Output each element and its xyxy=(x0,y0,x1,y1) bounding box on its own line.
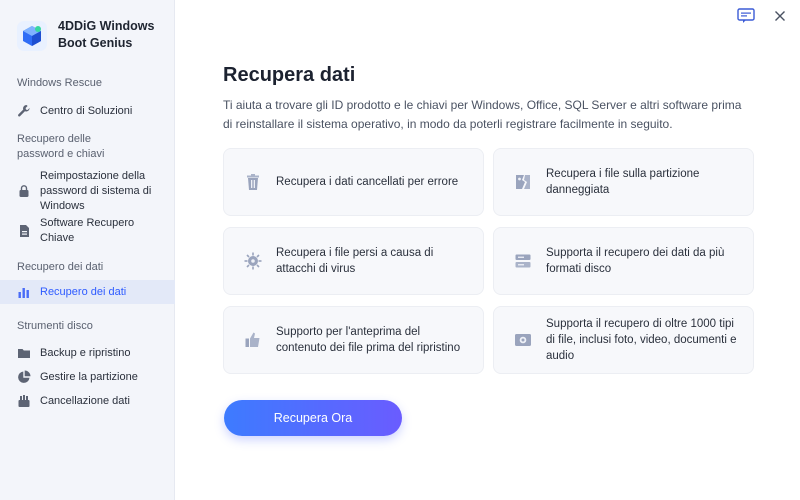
brand: 4DDiG Windows Boot Genius xyxy=(16,18,168,52)
trash-icon xyxy=(242,171,264,193)
key-document-icon xyxy=(17,224,31,238)
feature-grid: Recupera i dati cancellati per errore Re… xyxy=(223,148,754,374)
wrench-icon xyxy=(17,104,31,118)
sidebar-item-password-reset[interactable]: Reimpostazione della password di sistema… xyxy=(0,168,175,214)
lock-icon xyxy=(17,184,31,198)
section-title-strumenti: Strumenti disco xyxy=(17,320,93,332)
window-controls xyxy=(722,6,790,26)
feature-text: Supporto per l'anteprima del contenuto d… xyxy=(276,326,461,354)
feature-card: Supporto per l'anteprima del contenuto d… xyxy=(223,306,484,374)
page-description: Ti aiuta a trovare gli ID prodotto e le … xyxy=(223,98,742,131)
page-title: Recupera dati xyxy=(223,64,356,86)
feature-text: Supporta il recupero di oltre 1000 tipi … xyxy=(546,318,737,362)
section-title-recupero: Recupero dei dati xyxy=(17,261,104,273)
app-logo-icon xyxy=(17,21,47,51)
feature-card: Recupera i file sulla partizione dannegg… xyxy=(493,148,754,216)
feature-card: Supporta il recupero di oltre 1000 tipi … xyxy=(493,306,754,374)
feature-text: Supporta il recupero dei dati da più for… xyxy=(546,247,725,275)
folder-icon xyxy=(17,346,31,360)
sidebar-item-partition[interactable]: Gestire la partizione xyxy=(0,365,175,389)
feature-text: Recupera i file sulla partizione dannegg… xyxy=(546,168,700,196)
virus-icon xyxy=(242,250,264,272)
pie-chart-icon xyxy=(17,370,31,384)
sidebar-item-label: Software Recupero Chiave xyxy=(40,217,135,244)
sidebar-item-label: Cancellazione dati xyxy=(40,394,130,407)
feature-card: Recupera i file persi a causa di attacch… xyxy=(223,227,484,295)
sidebar-item-centro-soluzioni[interactable]: Centro di Soluzioni xyxy=(0,100,175,122)
feedback-button[interactable] xyxy=(736,6,756,26)
sidebar-item-label: Gestire la partizione xyxy=(40,370,138,383)
sidebar: 4DDiG Windows Boot Genius Windows Rescue… xyxy=(0,0,175,500)
section-title-windows-rescue: Windows Rescue xyxy=(17,77,102,89)
section-title-password: Recupero delle password e chiavi xyxy=(17,133,105,160)
sidebar-item-label: Backup e ripristino xyxy=(40,346,131,359)
app-name: 4DDiG Windows Boot Genius xyxy=(58,19,155,50)
media-icon xyxy=(512,329,534,351)
sidebar-item-key-recovery[interactable]: Software Recupero Chiave xyxy=(0,214,175,248)
feature-text: Recupera i dati cancellati per errore xyxy=(276,176,459,188)
bar-chart-icon xyxy=(17,285,31,299)
sidebar-item-erase[interactable]: Cancellazione dati xyxy=(0,389,175,413)
thumbs-up-icon xyxy=(242,329,264,351)
recover-now-button[interactable]: Recupera Ora xyxy=(224,400,402,436)
feature-card: Recupera i dati cancellati per errore xyxy=(223,148,484,216)
close-icon xyxy=(775,11,785,21)
sidebar-item-label: Recupero dei dati xyxy=(40,285,127,298)
feedback-icon xyxy=(737,8,755,23)
broken-file-icon xyxy=(512,171,534,193)
close-button[interactable] xyxy=(770,6,790,26)
feature-card: Supporta il recupero dei dati da più for… xyxy=(493,227,754,295)
sidebar-item-label: Centro di Soluzioni xyxy=(40,104,133,117)
sidebar-item-recupero-dati[interactable]: Recupero dei dati xyxy=(0,280,175,304)
sidebar-item-backup[interactable]: Backup e ripristino xyxy=(0,341,175,365)
sidebar-nav: Windows Rescue Centro di Soluzioni Recup… xyxy=(0,76,175,413)
disk-icon xyxy=(512,250,534,272)
eraser-icon xyxy=(17,394,31,408)
sidebar-item-label: Reimpostazione della password di sistema… xyxy=(40,169,152,212)
feature-text: Recupera i file persi a causa di attacch… xyxy=(276,247,434,275)
